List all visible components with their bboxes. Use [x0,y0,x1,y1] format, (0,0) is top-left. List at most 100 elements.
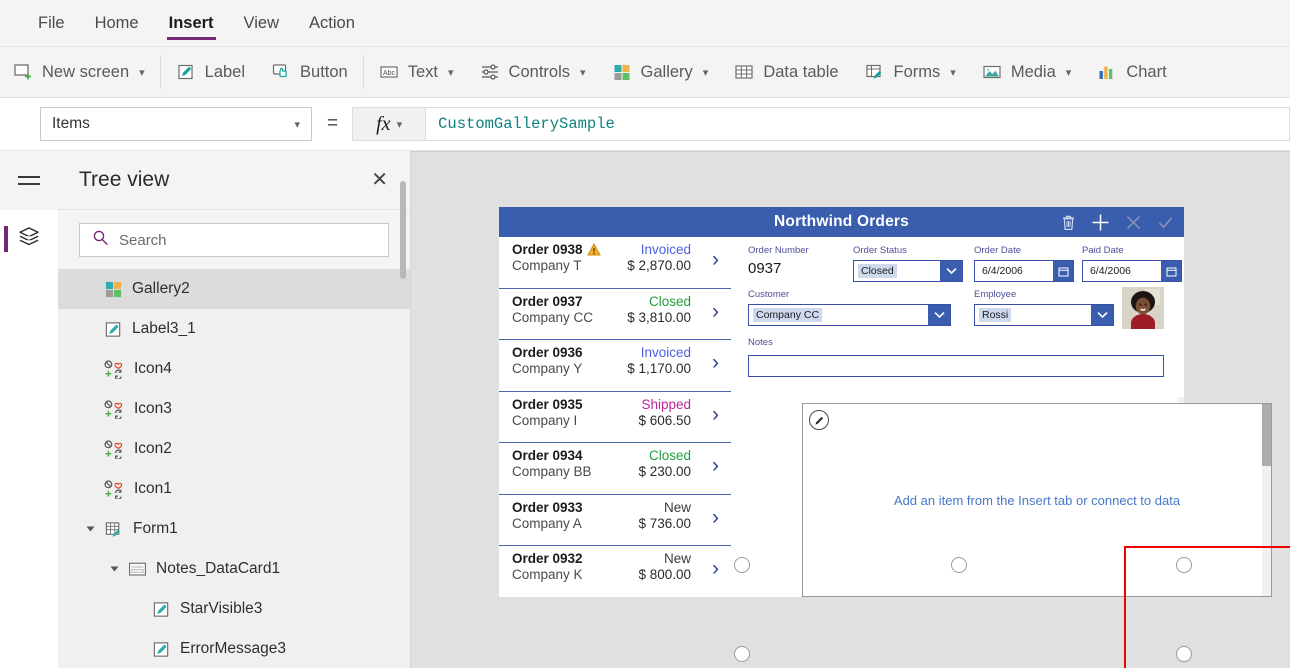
gallery-item[interactable]: Order 0937 Closed Company CC $ 3,810.00 › [499,289,731,340]
customer-value: Company CC [753,308,823,322]
chevron-down-icon[interactable] [1091,305,1113,325]
tree-item-notes_datacard1[interactable]: Notes_DataCard1 [58,549,410,589]
customer-dropdown[interactable]: Company CC [748,304,951,326]
resize-handle-top-left[interactable] [734,557,750,573]
chevron-down-icon[interactable] [928,305,950,325]
resize-handle-top-center[interactable] [951,557,967,573]
tree-item-label: Icon3 [134,400,172,417]
chevron-down-icon[interactable]: ▾ [139,66,145,79]
fx-icon: fx [376,112,391,135]
gallery-item-chevron-icon[interactable]: › [712,404,719,425]
gallery2-scrollbar[interactable] [1262,404,1271,596]
tree-scrollbar-thumb[interactable] [400,181,406,279]
controls-button[interactable]: Controls ▾ [467,50,599,94]
gallery-item[interactable]: Order 0934 Closed Company BB $ 230.00 › [499,443,731,495]
gallery-item-chevron-icon[interactable]: › [712,455,719,476]
property-select[interactable]: Items ▾ [40,107,312,141]
forms-button[interactable]: Forms ▾ [852,50,969,94]
notes-input[interactable] [748,355,1164,377]
tree-item-gallery2[interactable]: Gallery2 [58,269,410,309]
menu-item-file[interactable]: File [36,0,67,46]
gallery-item-chevron-icon[interactable]: › [712,301,719,322]
text-button[interactable]: Abc Text ▾ [366,50,467,94]
employee-photo [1122,287,1164,329]
new-screen-button[interactable]: New screen ▾ [0,50,158,94]
gallery-item[interactable]: Order 0938 Invoiced Company T $ 2,870.00 › [499,237,731,289]
rail-item-tree-view[interactable] [0,210,58,268]
calendar-icon[interactable] [1161,261,1181,281]
search-input[interactable]: Search [79,223,389,257]
data-table-button[interactable]: Data table [721,50,851,94]
tree-item-starvisible3[interactable]: StarVisible3 [58,589,410,629]
orders-gallery[interactable]: Order 0938 Invoiced Company T $ 2,870.00 › Or… [499,237,731,597]
edit-pencil-icon[interactable] [809,410,829,430]
order-number-label: Order Number [748,245,809,256]
gallery-item-order: Order 0934 [512,448,583,463]
gallery-item-status: Closed [648,293,691,309]
add-order-icon[interactable] [1091,213,1110,232]
gallery-item[interactable]: Order 0935 Shipped Company I $ 606.50 › [499,392,731,443]
tree-scrollbar[interactable] [400,151,406,562]
menu-item-home[interactable]: Home [93,0,141,46]
hamburger-menu-button[interactable] [0,151,58,210]
app-title-bar: Northwind Orders [499,207,1184,237]
paid-date-input[interactable]: 6/4/2006 [1082,260,1182,282]
gallery-item-company: Company K [512,567,583,582]
expander-arrow-icon[interactable] [110,566,119,572]
gallery-item[interactable]: Order 0933 New Company A $ 736.00 › [499,495,731,546]
gallery-item-chevron-icon[interactable]: › [712,352,719,373]
tree-item-form1[interactable]: Form1 [58,509,410,549]
order-status-dropdown[interactable]: Closed [853,260,963,282]
gallery-item-chevron-icon[interactable]: › [712,249,719,270]
label-icon [152,600,171,619]
media-button[interactable]: Media ▾ [969,50,1084,94]
resize-handle-middle-right[interactable] [1176,646,1192,662]
insert-ribbon: New screen ▾ Label Button Abc Text ▾ Con… [0,46,1290,98]
tree-item-icon3[interactable]: Icon3 [58,389,410,429]
gallery-item-chevron-icon[interactable]: › [712,507,719,528]
gallery-item-amount: $ 2,870.00 [627,258,691,273]
tree-item-icon2[interactable]: Icon2 [58,429,410,469]
chart-button-label: Chart [1126,62,1167,81]
menu-item-insert[interactable]: Insert [166,0,216,46]
chart-button[interactable]: Chart [1084,50,1179,94]
cancel-edit-icon[interactable] [1125,214,1142,231]
gallery2-scrollbar-thumb[interactable] [1262,404,1271,466]
gallery-item-amount: $ 1,170.00 [627,361,691,376]
ribbon-group-controls: Abc Text ▾ Controls ▾ Gallery ▾ Data tab… [366,46,1180,98]
chevron-down-icon[interactable]: ▾ [448,66,454,79]
resize-handle-middle-left[interactable] [734,646,750,662]
employee-dropdown[interactable]: Rossi [974,304,1114,326]
save-order-icon[interactable] [1157,214,1174,231]
fx-toggle-button[interactable]: fx ▾ [352,107,427,141]
gallery-item-status: Shipped [641,396,691,412]
tree-item-errormessage3[interactable]: ErrorMessage3 [58,629,410,668]
resize-handle-top-right[interactable] [1176,557,1192,573]
formula-input[interactable]: CustomGallerySample [426,107,1290,141]
tree-item-icon4[interactable]: Icon4 [58,349,410,389]
gallery2-control[interactable]: Add an item from the Insert tab or conne… [802,403,1272,597]
gallery-icon [104,280,123,299]
gallery-item-amount: $ 606.50 [638,412,691,428]
chevron-down-icon[interactable]: ▾ [950,66,956,79]
menu-item-action[interactable]: Action [307,0,357,46]
chevron-down-icon[interactable] [940,261,962,281]
delete-order-icon[interactable] [1061,214,1076,231]
property-select-value: Items [52,115,90,132]
menu-item-view[interactable]: View [242,0,281,46]
tree-item-label3_1[interactable]: Label3_1 [58,309,410,349]
gallery-button[interactable]: Gallery ▾ [599,50,722,94]
gallery-item-chevron-icon[interactable]: › [712,558,719,579]
calendar-icon[interactable] [1053,261,1073,281]
chevron-down-icon[interactable]: ▾ [580,66,586,79]
chevron-down-icon[interactable]: ▾ [703,66,709,79]
order-date-input[interactable]: 6/4/2006 [974,260,1074,282]
gallery-item[interactable]: Order 0936 Invoiced Company Y $ 1,170.00 › [499,340,731,392]
chevron-down-icon[interactable]: ▾ [1066,66,1072,79]
close-icon[interactable]: ✕ [371,170,388,190]
label-button[interactable]: Label [163,50,258,94]
gallery-item[interactable]: Order 0932 New Company K $ 800.00 › [499,546,731,597]
expander-arrow-icon[interactable] [86,526,95,532]
tree-item-icon1[interactable]: Icon1 [58,469,410,509]
button-button[interactable]: Button [258,50,361,94]
